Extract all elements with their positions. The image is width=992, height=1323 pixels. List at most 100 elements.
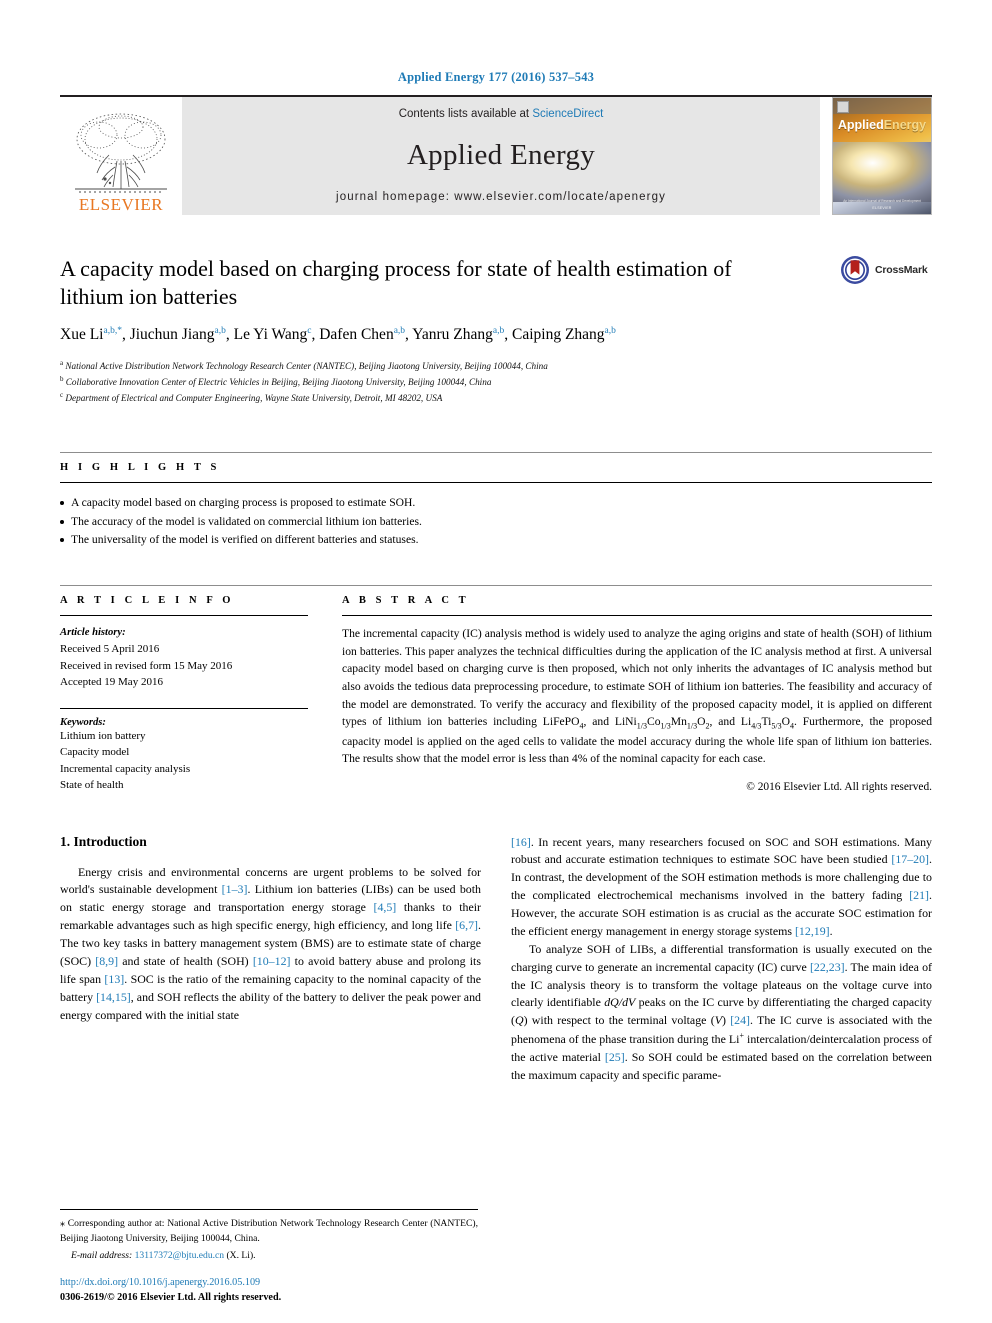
article-history-block: Article history: Received 5 April 2016 R…: [60, 625, 308, 690]
author-entry: Le Yi Wangc: [234, 326, 312, 343]
chemical-formula-lifepo4: LiFePO4: [542, 715, 584, 731]
author-entry: Jiuchun Jianga,b: [130, 326, 226, 343]
footnote-text: ⁎ Corresponding author at: National Acti…: [60, 1217, 478, 1246]
author-entry: Xue Lia,b,*: [60, 326, 122, 343]
paragraph: [16]. In recent years, many researchers …: [511, 834, 932, 941]
list-item: The accuracy of the model is validated o…: [60, 513, 932, 531]
affiliation-mark: c: [60, 391, 64, 400]
affiliation-item: c Department of Electrical and Computer …: [60, 390, 932, 406]
crossmark-icon: [841, 256, 869, 284]
journal-homepage-link[interactable]: journal homepage: www.elsevier.com/locat…: [336, 191, 666, 203]
history-item: Accepted 19 May 2016: [60, 676, 163, 689]
issn-copyright: 0306-2619/© 2016 Elsevier Ltd. All right…: [60, 1291, 282, 1303]
affiliation-text: Department of Electrical and Computer En…: [65, 393, 443, 404]
list-item: A capacity model based on charging proce…: [60, 494, 932, 512]
journal-cover-thumbnail: AppliedEnergy An International Journal o…: [832, 97, 932, 215]
citation-link[interactable]: [1–3]: [222, 882, 248, 896]
cover-corner-mark: [837, 101, 849, 113]
abstract-part-1: The incremental capacity (IC) analysis m…: [342, 627, 932, 729]
citation-link[interactable]: [14,15]: [96, 990, 131, 1004]
cover-footer-text: An International Journal of Research and…: [843, 199, 921, 203]
list-item: The universality of the model is verifie…: [60, 531, 932, 549]
citation-link[interactable]: [24]: [730, 1013, 750, 1027]
author-list: Xue Lia,b,*, Jiuchun Jianga,b, Le Yi Wan…: [60, 325, 820, 346]
chemical-formula-lto: Li4/3Ti5/3O4: [740, 715, 794, 731]
journal-title: Applied Energy: [406, 139, 596, 171]
citation-link[interactable]: [17–20]: [891, 852, 929, 866]
citation-link[interactable]: [10–12]: [253, 954, 291, 968]
keywords-label: Keywords:: [60, 716, 106, 728]
text-run: .: [829, 923, 833, 938]
abstract-text: The incremental capacity (IC) analysis m…: [342, 625, 932, 768]
abstract-heading: A B S T R A C T: [342, 595, 470, 607]
author-marks: a,b: [393, 326, 406, 337]
chemical-formula-nmc: LiNi1/3Co1/3Mn1/3O2: [614, 715, 710, 731]
paragraph: To analyze SOH of LIBs, a differential t…: [511, 941, 932, 1085]
highlights-top-rule: [60, 452, 932, 462]
citation-link[interactable]: [13]: [104, 972, 124, 986]
keyword-item: Lithium ion battery: [60, 729, 146, 742]
citation-link[interactable]: [21]: [909, 888, 929, 902]
highlights-section: H I G H L I G H T S A capacity model bas…: [60, 452, 932, 549]
crossmark-badge[interactable]: CrossMark: [840, 255, 932, 285]
email-link[interactable]: 13117372@bjtu.edu.cn: [135, 1250, 224, 1261]
author-entry: Yanru Zhanga,b: [412, 326, 504, 343]
citation-link[interactable]: [16]: [511, 835, 531, 849]
math-variable: dQ/dV: [604, 995, 636, 1010]
doi-link[interactable]: http://dx.doi.org/10.1016/j.apenergy.201…: [60, 1276, 490, 1290]
abstract-sep-1: , and: [583, 715, 615, 729]
author-sep: ,: [121, 326, 130, 344]
author-entry: Caiping Zhanga,b: [512, 326, 616, 343]
section-heading-introduction: 1. Introduction: [60, 833, 147, 849]
running-head: Applied Energy 177 (2016) 537–543: [397, 70, 595, 84]
text-run: ): [721, 1013, 731, 1028]
history-item: Received 5 April 2016: [60, 643, 160, 656]
math-variable: Q: [514, 1013, 524, 1028]
email-label: E-mail address:: [71, 1250, 133, 1261]
contents-prefix: Contents lists available at: [398, 108, 533, 120]
citation-link[interactable]: [22,23]: [810, 960, 845, 974]
author-name: Yanru Zhang: [412, 326, 493, 344]
email-suffix: (X. Li).: [224, 1250, 256, 1261]
paper-page: Applied Energy 177 (2016) 537–543 ELSEVI…: [0, 0, 992, 1323]
affiliation-mark: b: [60, 375, 64, 384]
body-columns: 1. Introduction Energy crisis and enviro…: [60, 834, 932, 1085]
keyword-item: State of health: [60, 779, 124, 792]
citation-link[interactable]: [25]: [605, 1050, 625, 1064]
author-name: Le Yi Wang: [233, 326, 308, 344]
author-marks: a,b: [604, 326, 616, 337]
title-block: CrossMark A capacity model based on char…: [60, 255, 932, 406]
elsevier-tree-icon: [75, 113, 167, 193]
citation-link[interactable]: [8,9]: [95, 954, 118, 968]
footnote-marker: ⁎: [60, 1218, 65, 1230]
abstract-sep-2: , and: [709, 715, 741, 729]
citation-link[interactable]: [4,5]: [373, 900, 396, 914]
affiliation-item: a National Active Distribution Network T…: [60, 358, 932, 374]
footer-doi-block: http://dx.doi.org/10.1016/j.apenergy.201…: [60, 1276, 490, 1305]
citation-link[interactable]: [6,7]: [455, 918, 478, 932]
article-info-heading: A R T I C L E I N F O: [60, 595, 235, 607]
affiliation-text: National Active Distribution Network Tec…: [65, 361, 548, 372]
cover-artwork: [833, 142, 931, 203]
crossmark-label: CrossMark: [875, 264, 928, 276]
paper-title: A capacity model based on charging proce…: [60, 256, 732, 310]
sciencedirect-link[interactable]: ScienceDirect: [532, 108, 603, 120]
abstract-divider: [342, 615, 932, 617]
citation-link[interactable]: [12,19]: [795, 924, 830, 938]
footnote-body: Corresponding author at: National Active…: [60, 1218, 478, 1244]
masthead-center-panel: Contents lists available at ScienceDirec…: [182, 97, 820, 215]
cover-title-accent: Energy: [883, 118, 927, 132]
author-name: Jiuchun Jiang: [129, 326, 215, 344]
highlights-divider: [60, 482, 932, 484]
author-sep: ,: [225, 326, 234, 344]
paragraph: Energy crisis and environmental concerns…: [60, 864, 481, 1025]
article-info-divider: [60, 615, 308, 617]
keyword-item: Capacity model: [60, 746, 130, 759]
author-name: Xue Li: [60, 326, 104, 344]
abstract-copyright: © 2016 Elsevier Ltd. All rights reserved…: [746, 780, 932, 793]
cover-title: AppliedEnergy: [833, 118, 931, 132]
info-abstract-section: A R T I C L E I N F O Article history: R…: [60, 585, 932, 793]
body-column-right: [16]. In recent years, many researchers …: [511, 834, 932, 1085]
affiliation-mark: a: [60, 359, 64, 368]
highlights-list: A capacity model based on charging proce…: [60, 494, 932, 549]
